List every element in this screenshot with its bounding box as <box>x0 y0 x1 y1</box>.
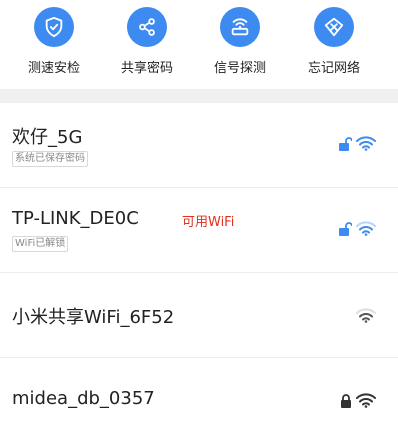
network-row[interactable]: TP-LINK_DE0C 可用WiFi WiFi已解锁 <box>0 188 398 273</box>
forget-network-button[interactable]: 忘记网络 <box>294 7 374 76</box>
network-list: 欢仔_5G 系统已保存密码 TP-LINK_DE0C 可用WiFi WiFi已解… <box>0 103 398 423</box>
network-row[interactable]: 欢仔_5G 系统已保存密码 <box>0 103 398 188</box>
wifi-signal-weak-icon <box>356 308 376 323</box>
available-wifi-hint: 可用WiFi <box>182 215 235 230</box>
action-label: 忘记网络 <box>307 61 360 76</box>
tag-forget-icon <box>314 7 354 47</box>
network-row[interactable]: midea_db_0357 <box>0 358 398 423</box>
router-signal-icon <box>220 7 260 47</box>
share-password-button[interactable]: 共享密码 <box>107 7 187 76</box>
network-ssid: midea_db_0357 <box>12 388 155 409</box>
wifi-signal-strong-icon <box>356 393 376 408</box>
network-ssid: 小米共享WiFi_6F52 <box>12 307 175 328</box>
action-bar: 测速安检 共享密码 信号探测 忘记网络 <box>0 0 398 90</box>
speed-security-check-button[interactable]: 测速安检 <box>14 7 94 76</box>
wifi-unlocked-tag: WiFi已解锁 <box>12 236 69 252</box>
lock-icon <box>340 393 352 408</box>
wifi-signal-strong-icon <box>356 136 376 151</box>
unlocked-icon <box>338 136 352 151</box>
network-row[interactable]: 小米共享WiFi_6F52 <box>0 273 398 358</box>
network-ssid: TP-LINK_DE0C <box>12 208 139 229</box>
network-ssid: 欢仔_5G <box>12 127 83 148</box>
action-label: 信号探测 <box>213 61 266 76</box>
action-label: 共享密码 <box>120 61 173 76</box>
saved-password-tag: 系统已保存密码 <box>12 151 88 167</box>
unlocked-icon <box>338 221 352 236</box>
action-label: 测速安检 <box>27 61 80 76</box>
share-icon <box>127 7 167 47</box>
signal-detect-button[interactable]: 信号探测 <box>200 7 280 76</box>
section-divider <box>0 89 398 103</box>
wifi-signal-medium-icon <box>356 221 376 236</box>
wifi-list-page: 测速安检 共享密码 信号探测 忘记网络 欢仔_5G 系统已保存密码 TP-LIN… <box>0 0 398 423</box>
shield-check-icon <box>34 7 74 47</box>
